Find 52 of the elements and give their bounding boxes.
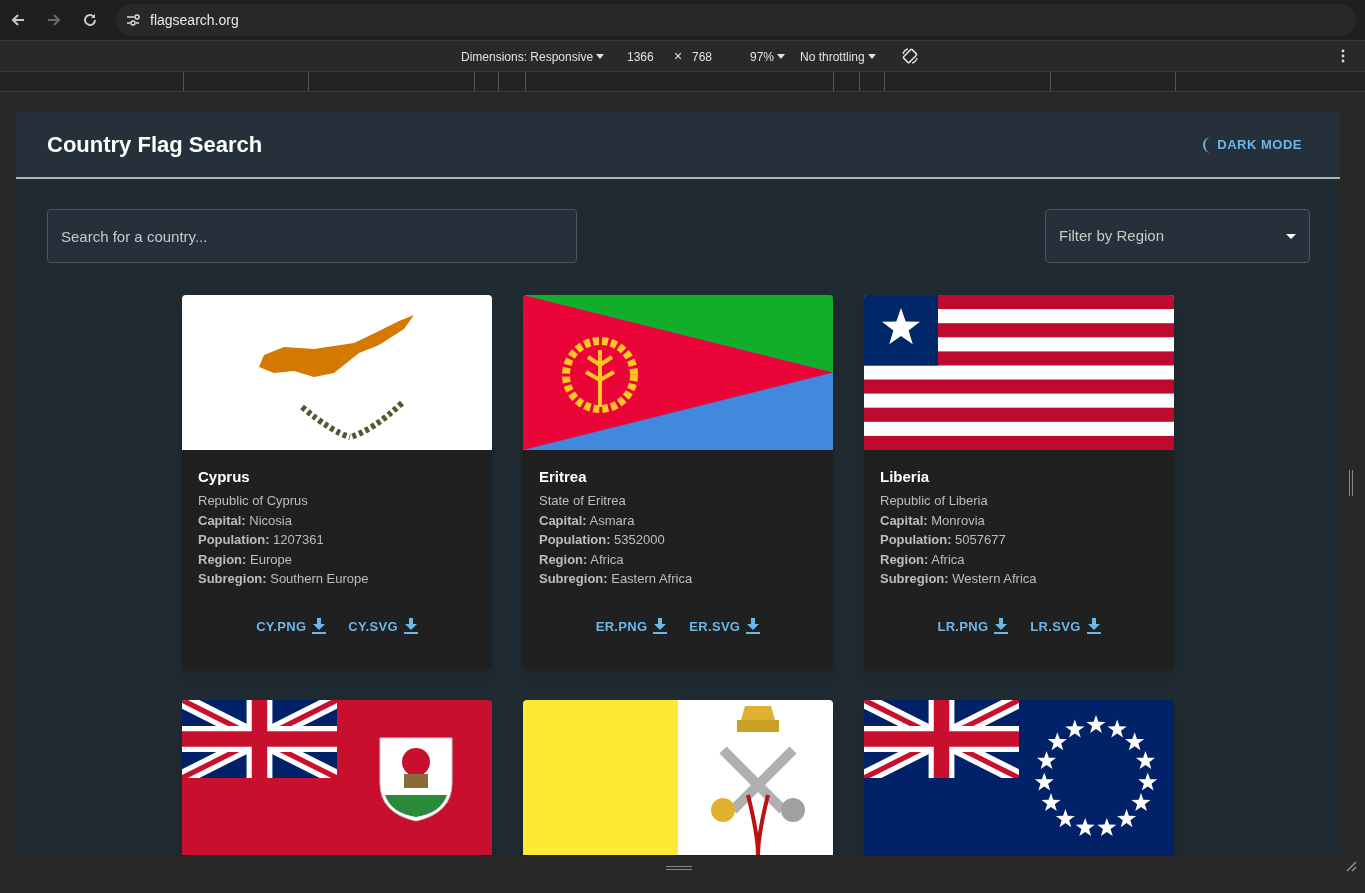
country-name: Eritrea [539, 467, 588, 487]
dropdown-caret-icon [1286, 233, 1296, 239]
country-fact: Population: 1207361 [198, 531, 325, 549]
country-fact: Region: Africa [539, 550, 625, 569]
download-icon [746, 618, 761, 635]
download-link[interactable]: ER.SVG [687, 612, 763, 640]
download-icon [994, 618, 1009, 635]
url-text: flagsearch.org [150, 10, 239, 30]
search-field[interactable]: Search for a country... [47, 209, 577, 263]
download-link[interactable]: CY.SVG [346, 612, 420, 640]
tune-icon[interactable] [124, 11, 142, 29]
country-fact: Subregion: Eastern Africa [539, 570, 694, 588]
height-field[interactable]: 768 [692, 48, 713, 66]
resize-handle[interactable] [666, 866, 692, 870]
region-filter[interactable]: Filter by Region [1045, 209, 1310, 263]
more-icon[interactable] [1340, 49, 1346, 63]
country-fact: Region: Europe [198, 550, 293, 569]
official-name: Republic of Cyprus [198, 492, 309, 510]
official-name: State of Eritrea [539, 492, 627, 510]
dimensions-dropdown[interactable]: Dimensions: Responsive [461, 48, 605, 66]
dark-mode-toggle[interactable]: DARK MODE [1199, 134, 1302, 155]
country-name: Liberia [880, 467, 931, 487]
country-fact: Capital: Asmara [539, 511, 636, 530]
times-sign: × [674, 48, 683, 64]
width-field[interactable]: 1366 [627, 48, 654, 66]
app-title: Country Flag Search [47, 131, 263, 159]
country-fact: Region: Africa [880, 550, 966, 569]
country-fact: Population: 5352000 [539, 531, 666, 549]
throttling-dropdown[interactable]: No throttling [800, 48, 876, 66]
download-link[interactable]: LR.SVG [1028, 612, 1103, 640]
download-link[interactable]: CY.PNG [254, 612, 329, 640]
country-fact: Subregion: Southern Europe [198, 570, 370, 588]
download-icon [653, 618, 668, 635]
side-resize-handle[interactable] [1349, 470, 1353, 496]
zoom-dropdown[interactable]: 97% [750, 48, 786, 66]
official-name: Republic of Liberia [880, 492, 989, 510]
corner-resize-icon[interactable] [1345, 860, 1357, 872]
download-icon [312, 618, 327, 635]
country-fact: Capital: Nicosia [198, 511, 293, 530]
country-fact: Population: 5057677 [880, 531, 1007, 549]
rotate-icon[interactable] [901, 47, 919, 65]
download-icon [1086, 618, 1101, 635]
download-link[interactable]: ER.PNG [593, 612, 670, 640]
address-bar[interactable]: flagsearch.org [116, 4, 1356, 36]
caret-icon [777, 54, 786, 60]
download-icon [403, 618, 418, 635]
country-fact: Subregion: Western Africa [880, 570, 1038, 588]
download-link[interactable]: LR.PNG [935, 612, 1011, 640]
country-name: Cyprus [198, 467, 251, 487]
caret-icon [596, 54, 605, 60]
caret-icon [867, 54, 876, 60]
country-fact: Capital: Monrovia [880, 511, 986, 530]
